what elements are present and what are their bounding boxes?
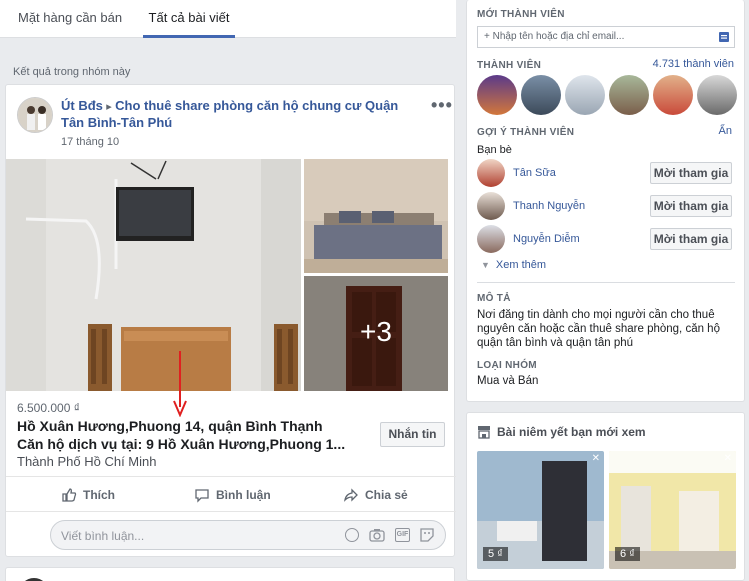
like-label: Thích xyxy=(83,488,115,502)
suggestion-avatar[interactable] xyxy=(477,225,505,253)
contact-book-icon[interactable] xyxy=(718,31,730,43)
more-photos-count: +3 xyxy=(360,316,392,347)
recent-listings-title: Bài niêm yết bạn mới xem xyxy=(497,425,646,439)
marketplace-icon xyxy=(478,426,490,439)
listing-thumbnail[interactable]: ✕ 6 ₫ xyxy=(609,451,736,569)
invite-button[interactable]: Mời tham gia xyxy=(650,162,732,184)
member-avatar[interactable] xyxy=(565,75,605,115)
post-divider xyxy=(6,476,456,477)
description-title: MÔ TẢ xyxy=(477,293,511,304)
listing-price-badge: 6 ₫ xyxy=(615,547,640,561)
invite-member-input[interactable]: + Nhập tên hoặc địa chỉ email... xyxy=(477,26,735,48)
listing-thumbnail[interactable]: ✕ 5 ₫ xyxy=(477,451,604,569)
members-title: THÀNH VIÊN xyxy=(477,60,542,71)
suggested-members-title: GỢI Ý THÀNH VIÊN xyxy=(477,127,575,138)
author-name[interactable]: Út Bđs xyxy=(61,98,103,113)
suggestion-row: Thanh Nguyễn Mời tham gia xyxy=(477,192,735,222)
suggestion-name[interactable]: Nguyễn Diễm xyxy=(513,233,580,245)
post-photo-bedroom[interactable] xyxy=(304,159,448,273)
tab-all-posts[interactable]: Tất cả bài viết xyxy=(143,0,235,38)
listing-title-line1: Hồ Xuân Hương,Phuong 14, quận Bình Thạnh xyxy=(17,418,323,434)
author-avatar[interactable] xyxy=(17,97,53,133)
member-avatar[interactable] xyxy=(653,75,693,115)
suggestion-row: Nguyễn Diễm Mời tham gia xyxy=(477,225,735,255)
share-button[interactable]: Chia sẻ xyxy=(343,485,408,505)
new-members-title: MỚI THÀNH VIÊN xyxy=(477,9,565,20)
comment-input[interactable]: Viết bình luận... GIF xyxy=(50,520,446,550)
suggestion-row: Tân Sữa Mời tham gia xyxy=(477,159,735,189)
recent-listings-header: Bài niêm yết bạn mới xem xyxy=(477,425,646,439)
listing-price: 6.500.000 ₫ xyxy=(17,401,80,415)
post-main-photo[interactable] xyxy=(6,159,301,391)
suggestion-avatar[interactable] xyxy=(477,192,505,220)
close-icon[interactable]: ✕ xyxy=(724,453,732,464)
member-avatars xyxy=(477,75,737,115)
like-button[interactable]: Thích xyxy=(61,485,115,505)
post-date[interactable]: 17 tháng 10 xyxy=(61,136,119,148)
comment-icon xyxy=(195,489,209,503)
post-card: Út Bđs ▸ Cho thuê share phòng căn hộ chu… xyxy=(5,84,456,557)
arrow-right-icon: ▸ xyxy=(106,101,112,113)
comment-button[interactable]: Bình luận xyxy=(194,485,271,505)
see-more-label: Xem thêm xyxy=(495,259,547,271)
group-info-panel: MỚI THÀNH VIÊN + Nhập tên hoặc địa chỉ e… xyxy=(466,0,745,402)
suggestion-name[interactable]: Tân Sữa xyxy=(513,167,556,179)
listing-location: Thành Phố Hồ Chí Minh xyxy=(17,454,157,469)
see-more-link[interactable]: ▼ Xem thêm xyxy=(481,259,546,271)
gif-icon[interactable]: GIF xyxy=(395,528,410,542)
friends-label: Bạn bè xyxy=(477,144,512,156)
member-avatar[interactable] xyxy=(477,75,517,115)
share-label: Chia sẻ xyxy=(365,488,408,502)
share-icon xyxy=(344,488,358,502)
results-label: Kết quả trong nhóm này xyxy=(13,66,131,78)
post-photo-door[interactable]: +3 xyxy=(304,276,448,391)
hide-suggestions-link[interactable]: Ẩn xyxy=(719,125,732,137)
sidebar-divider xyxy=(477,282,735,283)
member-avatar[interactable] xyxy=(697,75,737,115)
close-icon[interactable]: ✕ xyxy=(592,453,600,464)
chevron-down-icon: ▼ xyxy=(481,260,490,270)
listing-price-badge: 5 ₫ xyxy=(483,547,508,561)
actions-divider xyxy=(6,511,456,512)
recent-listings-panel: Bài niêm yết bạn mới xem ✕ 5 ₫ ✕ 6 ₫ xyxy=(466,412,745,581)
members-count-link[interactable]: 4.731 thành viên xyxy=(653,58,734,70)
sticker-icon[interactable] xyxy=(420,528,434,542)
camera-icon[interactable] xyxy=(369,528,385,542)
thumbs-up-icon xyxy=(62,488,77,502)
message-button[interactable]: Nhắn tin xyxy=(380,422,445,447)
post-header-text: Út Bđs ▸ Cho thuê share phòng căn hộ chu… xyxy=(61,97,421,131)
emoji-icon[interactable] xyxy=(345,528,359,542)
comment-label: Bình luận xyxy=(216,488,271,502)
group-tabs-bar: Mặt hàng cần bán Tất cả bài viết xyxy=(0,0,456,38)
annotation-arrow-icon xyxy=(173,351,187,417)
next-post-card xyxy=(5,567,455,581)
group-type-value: Mua và Bán xyxy=(477,375,539,387)
tab-items-for-sale[interactable]: Mặt hàng cần bán xyxy=(18,0,122,38)
invite-button[interactable]: Mời tham gia xyxy=(650,228,732,250)
member-avatar[interactable] xyxy=(521,75,561,115)
suggestion-avatar[interactable] xyxy=(477,159,505,187)
suggestion-name[interactable]: Thanh Nguyễn xyxy=(513,200,585,212)
invite-placeholder: + Nhập tên hoặc địa chỉ email... xyxy=(484,31,625,42)
member-avatar[interactable] xyxy=(609,75,649,115)
invite-button[interactable]: Mời tham gia xyxy=(650,195,732,217)
more-options-icon[interactable]: ••• xyxy=(431,95,453,116)
group-type-title: LOẠI NHÓM xyxy=(477,360,537,371)
group-name-link[interactable]: Cho thuê share phòng căn hộ chung cư Quậ… xyxy=(61,98,398,130)
group-description: Nơi đăng tin dành cho mọi người cần cho … xyxy=(477,309,720,349)
comment-placeholder: Viết bình luận... xyxy=(61,529,145,543)
listing-title-line2: Căn hộ dịch vụ tại: 9 Hồ Xuân Hương,Phuo… xyxy=(17,436,346,452)
listing-title[interactable]: Hồ Xuân Hương,Phuong 14, quận Bình Thạnh… xyxy=(17,417,382,453)
